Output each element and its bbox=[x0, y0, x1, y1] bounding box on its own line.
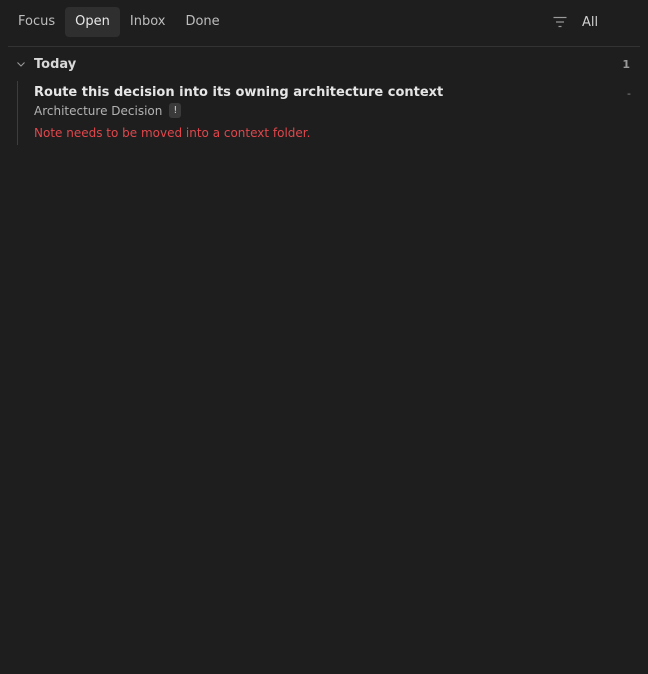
header-divider bbox=[8, 46, 640, 47]
item-date: - bbox=[627, 87, 631, 100]
tab-inbox[interactable]: Inbox bbox=[120, 7, 176, 37]
tab-done[interactable]: Done bbox=[175, 7, 229, 37]
chevron-down-icon[interactable] bbox=[16, 59, 26, 69]
item-warning-note: Note needs to be moved into a context fo… bbox=[34, 126, 311, 140]
view-tabs-bar: Focus Open Inbox Done All bbox=[8, 6, 640, 38]
warning-badge: ! bbox=[169, 103, 182, 118]
list-item[interactable]: Route this decision into its owning arch… bbox=[17, 81, 633, 145]
filter-select[interactable]: All bbox=[582, 15, 624, 30]
filter-control: All bbox=[552, 6, 624, 38]
group-count: 1 bbox=[622, 57, 630, 71]
group-title: Today bbox=[34, 56, 77, 72]
tab-focus[interactable]: Focus bbox=[8, 7, 65, 37]
filter-icon[interactable] bbox=[552, 14, 568, 30]
item-meta: Architecture Decision ! bbox=[34, 103, 182, 118]
group-header-today[interactable]: Today 1 bbox=[8, 54, 632, 74]
item-type: Architecture Decision bbox=[34, 103, 163, 118]
item-title[interactable]: Route this decision into its owning arch… bbox=[34, 85, 443, 100]
tab-open[interactable]: Open bbox=[65, 7, 120, 37]
